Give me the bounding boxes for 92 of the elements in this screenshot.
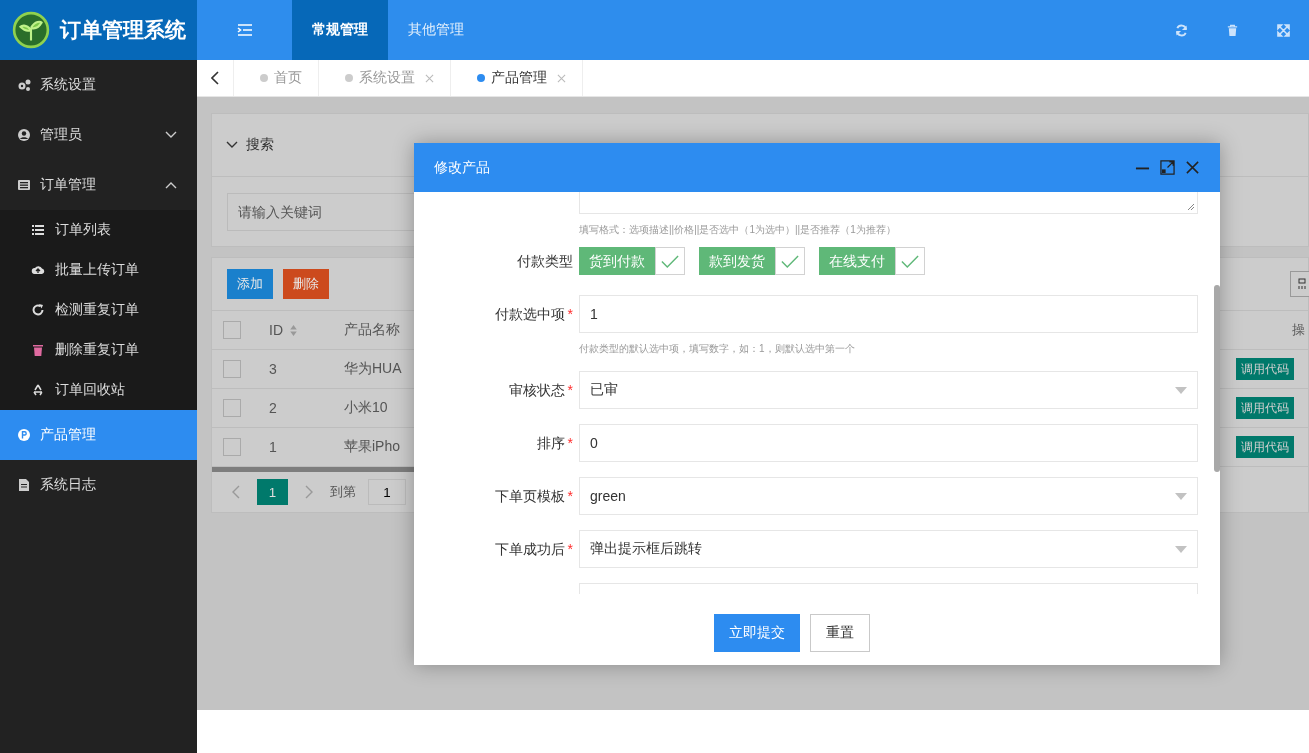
column-header: 产品名称 [344,321,401,339]
chevron-down-icon [165,131,177,139]
upload-icon [31,263,45,277]
trash-icon [1226,23,1239,37]
options-textarea[interactable] [579,192,1198,214]
columns-button[interactable] [1290,271,1309,297]
required-mark: * [567,488,573,504]
field-label: 付款选中项 * [493,305,574,324]
menu-icon [236,24,253,36]
check-icon [781,254,799,268]
dialog-title: 修改产品 [434,158,490,177]
list-icon [31,223,45,237]
caret-down-icon [1175,386,1187,394]
trash-icon [31,343,45,357]
sidebar-subitem[interactable]: 删除重复订单 [0,330,197,370]
input-field[interactable] [579,583,1198,594]
user-icon [17,128,31,142]
status-dot [260,74,268,82]
close-icon [557,73,566,83]
page-tab[interactable]: 产品管理 [451,60,583,96]
required-mark: * [567,435,573,451]
goto-label: 到第 [330,483,356,501]
sidebar-subitem[interactable]: 批量上传订单 [0,250,197,290]
chevron-left-icon [211,71,219,85]
call-code-button[interactable]: 调用代码 [1236,358,1294,380]
close-icon [425,73,434,83]
fullscreen-icon [1277,23,1290,37]
recycle-icon [31,383,45,397]
app-title: 订单管理系统 [60,17,186,43]
search-panel-title: 搜索 [246,136,274,154]
sidebar-item[interactable]: 系统设置 [0,60,197,110]
check-icon [661,254,679,268]
reset-button[interactable]: 重置 [810,613,870,652]
grid-icon [1298,278,1308,290]
table-cell-text: 小米10 [344,399,389,417]
checkbox[interactable] [223,438,241,456]
sidebar-item[interactable]: 系统日志 [0,460,197,510]
scrollbar[interactable] [1214,285,1220,472]
field-label: 下单成功后 * [493,540,574,559]
status-dot [477,74,485,82]
checkbox[interactable] [223,399,241,417]
maximize-icon[interactable] [1160,160,1175,175]
page-button[interactable]: 1 [257,479,288,505]
chevron-up-icon [165,181,177,189]
required-mark: * [567,306,573,322]
page-number-field[interactable]: 1 [368,479,406,505]
required-mark: * [567,541,573,557]
select-field[interactable]: green [579,477,1198,515]
table-cell-text: 苹果iPho [344,438,402,456]
table-cell-text: 华为HUA [344,360,403,378]
status-dot [345,74,353,82]
chevron-down-icon [226,141,238,149]
sidebar-item[interactable]: 订单管理 [0,160,197,210]
field-label: 排序 * [535,434,574,453]
resize-grip-icon [1187,203,1195,211]
sidebar-subitem[interactable]: 订单列表 [0,210,197,250]
select-field[interactable]: 弹出提示框后跳转 [579,530,1198,568]
sidebar-item[interactable]: 管理员 [0,110,197,160]
column-header: ID [269,322,283,338]
pcircle-icon [17,428,31,442]
required-mark: * [567,382,573,398]
gear-icon [17,78,31,92]
field-label: 下单页模板 * [493,487,574,506]
table-cell-text: 2 [269,400,278,416]
check-icon [901,254,919,268]
list-icon [17,178,31,192]
call-code-button[interactable]: 调用代码 [1236,397,1294,419]
sort-icon[interactable] [289,323,298,337]
field-hint: 填写格式：选项描述||价格||是否选中（1为选中）||是否推荐（1为推荐） [579,223,897,237]
refresh-icon [1175,23,1188,37]
table-cell-text: 3 [269,361,278,377]
sprout-logo-icon [12,11,50,49]
input-field[interactable]: 0 [579,424,1198,462]
nav-tab[interactable]: 常规管理 [292,0,388,60]
checkbox[interactable] [223,360,241,378]
table-cell-text: 1 [269,439,278,455]
toolbar-button[interactable]: 添加 [227,269,273,299]
input-field[interactable]: 1 [579,295,1198,333]
toolbar-button[interactable]: 删除 [283,269,329,299]
call-code-button[interactable]: 调用代码 [1236,436,1294,458]
column-header: 操 [1292,321,1305,339]
field-label: 付款类型 [516,252,574,271]
refresh-icon [31,303,45,317]
caret-down-icon [1175,492,1187,500]
checkbox[interactable] [223,321,241,339]
sidebar-subitem[interactable]: 检测重复订单 [0,290,197,330]
close-icon[interactable] [1185,160,1200,175]
select-field[interactable]: 已审 [579,371,1198,409]
file-icon [17,478,31,492]
field-label: 审核状态 * [507,381,574,400]
sidebar-subitem[interactable]: 订单回收站 [0,370,197,410]
caret-down-icon [1175,545,1187,553]
